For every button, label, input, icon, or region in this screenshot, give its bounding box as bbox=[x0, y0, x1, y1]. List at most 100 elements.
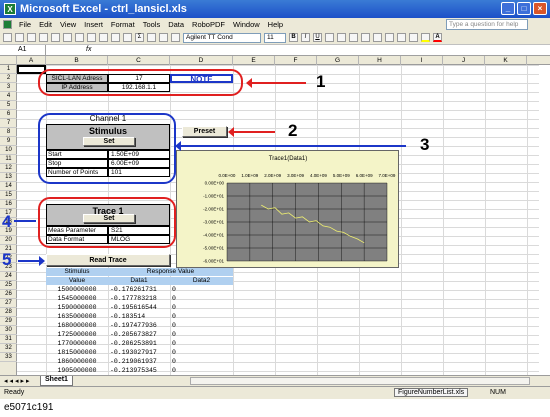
indent-icon[interactable] bbox=[397, 33, 406, 42]
table-cell-data1[interactable]: -0.176261731 bbox=[108, 285, 170, 294]
sheet-tab-sheet1[interactable]: Sheet1 bbox=[40, 376, 73, 386]
cut-icon[interactable] bbox=[75, 33, 84, 42]
select-all-corner[interactable] bbox=[0, 56, 17, 65]
new-icon[interactable] bbox=[3, 33, 12, 42]
table-cell-data1[interactable]: -0.195616544 bbox=[108, 303, 170, 312]
menu-help[interactable]: Help bbox=[264, 20, 287, 29]
table-cell-data2[interactable]: 0 bbox=[170, 366, 233, 375]
table-cell-data2[interactable]: 0 bbox=[170, 348, 233, 357]
col-header-j[interactable]: J bbox=[443, 56, 485, 65]
name-box[interactable]: A1 bbox=[0, 45, 46, 55]
menu-window[interactable]: Window bbox=[229, 20, 264, 29]
row-header[interactable]: 28 bbox=[0, 308, 17, 317]
col-header-c[interactable]: C bbox=[108, 56, 170, 65]
font-select[interactable]: Agilent TT Cond bbox=[183, 32, 261, 43]
trace-chart[interactable]: Trace1(Data1) 0.0E+00 1.0E+09 2.0E+09 3.0E+0… bbox=[176, 150, 399, 268]
table-cell-stimulus[interactable]: 1680000000 bbox=[46, 321, 108, 330]
col-header-d[interactable]: D bbox=[170, 56, 233, 65]
table-cell-stimulus[interactable]: 1905000000 bbox=[46, 366, 108, 375]
row-header[interactable]: 27 bbox=[0, 299, 17, 308]
row-header[interactable]: 11 bbox=[0, 155, 17, 164]
sum-icon[interactable]: Σ bbox=[135, 33, 144, 42]
maximize-button[interactable]: □ bbox=[517, 2, 531, 15]
table-cell-data1[interactable]: -0.177783218 bbox=[108, 294, 170, 303]
col-header-f[interactable]: F bbox=[275, 56, 317, 65]
col-header-i[interactable]: I bbox=[401, 56, 443, 65]
menu-edit[interactable]: Edit bbox=[35, 20, 56, 29]
table-cell-data2[interactable]: 0 bbox=[170, 285, 233, 294]
copy-icon[interactable] bbox=[87, 33, 96, 42]
redo-icon[interactable] bbox=[123, 33, 132, 42]
fill-color-icon[interactable] bbox=[421, 33, 430, 42]
table-cell-data2[interactable]: 0 bbox=[170, 312, 233, 321]
table-cell-data2[interactable]: 0 bbox=[170, 303, 233, 312]
sort-icon[interactable] bbox=[147, 33, 156, 42]
row-header[interactable]: 6 bbox=[0, 110, 17, 119]
row-header[interactable]: 20 bbox=[0, 236, 17, 245]
spell-icon[interactable] bbox=[63, 33, 72, 42]
table-cell-data1[interactable]: -0.206253891 bbox=[108, 339, 170, 348]
borders-icon[interactable] bbox=[409, 33, 418, 42]
row-header[interactable]: 1 bbox=[0, 65, 17, 74]
minimize-button[interactable]: _ bbox=[501, 2, 515, 15]
col-header-a[interactable]: A bbox=[17, 56, 46, 65]
row-header[interactable]: 24 bbox=[0, 272, 17, 281]
currency-icon[interactable] bbox=[373, 33, 382, 42]
col-header-h[interactable]: H bbox=[359, 56, 401, 65]
save-icon[interactable] bbox=[27, 33, 36, 42]
read-trace-button[interactable]: Read Trace bbox=[46, 254, 170, 266]
table-cell-data2[interactable]: 0 bbox=[170, 339, 233, 348]
menu-insert[interactable]: Insert bbox=[80, 20, 107, 29]
align-center-icon[interactable] bbox=[337, 33, 346, 42]
print-icon[interactable] bbox=[39, 33, 48, 42]
table-cell-stimulus[interactable]: 1770000000 bbox=[46, 339, 108, 348]
row-header[interactable]: 7 bbox=[0, 119, 17, 128]
status-taskbar-file[interactable]: FigureNumberList.xls bbox=[394, 388, 469, 397]
row-header[interactable]: 16 bbox=[0, 200, 17, 209]
row-header[interactable]: 15 bbox=[0, 191, 17, 200]
open-icon[interactable] bbox=[15, 33, 24, 42]
row-header[interactable]: 5 bbox=[0, 101, 17, 110]
row-header[interactable]: 8 bbox=[0, 128, 17, 137]
menu-robopdf[interactable]: RoboPDF bbox=[188, 20, 229, 29]
table-cell-stimulus[interactable]: 1635000000 bbox=[46, 312, 108, 321]
preview-icon[interactable] bbox=[51, 33, 60, 42]
table-cell-data1[interactable]: -0.183514 bbox=[108, 312, 170, 321]
row-header[interactable]: 33 bbox=[0, 353, 17, 362]
table-cell-data2[interactable]: 0 bbox=[170, 357, 233, 366]
col-header-g[interactable]: G bbox=[317, 56, 359, 65]
undo-icon[interactable] bbox=[111, 33, 120, 42]
table-cell-data1[interactable]: -0.197477936 bbox=[108, 321, 170, 330]
row-header[interactable]: 9 bbox=[0, 137, 17, 146]
row-header[interactable]: 29 bbox=[0, 317, 17, 326]
fx-icon[interactable]: fx bbox=[86, 45, 91, 55]
row-header[interactable]: 25 bbox=[0, 281, 17, 290]
row-header[interactable]: 31 bbox=[0, 335, 17, 344]
table-cell-stimulus[interactable]: 1590000000 bbox=[46, 303, 108, 312]
percent-icon[interactable] bbox=[385, 33, 394, 42]
table-cell-data1[interactable]: -0.219061937 bbox=[108, 357, 170, 366]
menu-tools[interactable]: Tools bbox=[139, 20, 165, 29]
table-cell-stimulus[interactable]: 1545000000 bbox=[46, 294, 108, 303]
align-right-icon[interactable] bbox=[349, 33, 358, 42]
table-cell-stimulus[interactable]: 1725000000 bbox=[46, 330, 108, 339]
row-header[interactable]: 10 bbox=[0, 146, 17, 155]
row-header[interactable]: 12 bbox=[0, 164, 17, 173]
row-header[interactable]: 32 bbox=[0, 344, 17, 353]
menu-format[interactable]: Format bbox=[107, 20, 139, 29]
tab-nav-icon[interactable]: ◂◂◂▸▸ bbox=[4, 377, 32, 385]
table-cell-data1[interactable]: -0.213975345 bbox=[108, 366, 170, 375]
col-header-e[interactable]: E bbox=[233, 56, 275, 65]
menu-view[interactable]: View bbox=[56, 20, 80, 29]
underline-icon[interactable]: U bbox=[313, 33, 322, 42]
row-header[interactable]: 4 bbox=[0, 92, 17, 101]
table-cell-data2[interactable]: 0 bbox=[170, 330, 233, 339]
menu-file[interactable]: File bbox=[15, 20, 35, 29]
row-header[interactable]: 2 bbox=[0, 74, 17, 83]
chart-icon[interactable] bbox=[159, 33, 168, 42]
table-cell-stimulus[interactable]: 1815000000 bbox=[46, 348, 108, 357]
paste-icon[interactable] bbox=[99, 33, 108, 42]
font-color-icon[interactable]: A bbox=[433, 33, 442, 42]
close-button[interactable]: × bbox=[533, 2, 547, 15]
table-cell-stimulus[interactable]: 1860000000 bbox=[46, 357, 108, 366]
